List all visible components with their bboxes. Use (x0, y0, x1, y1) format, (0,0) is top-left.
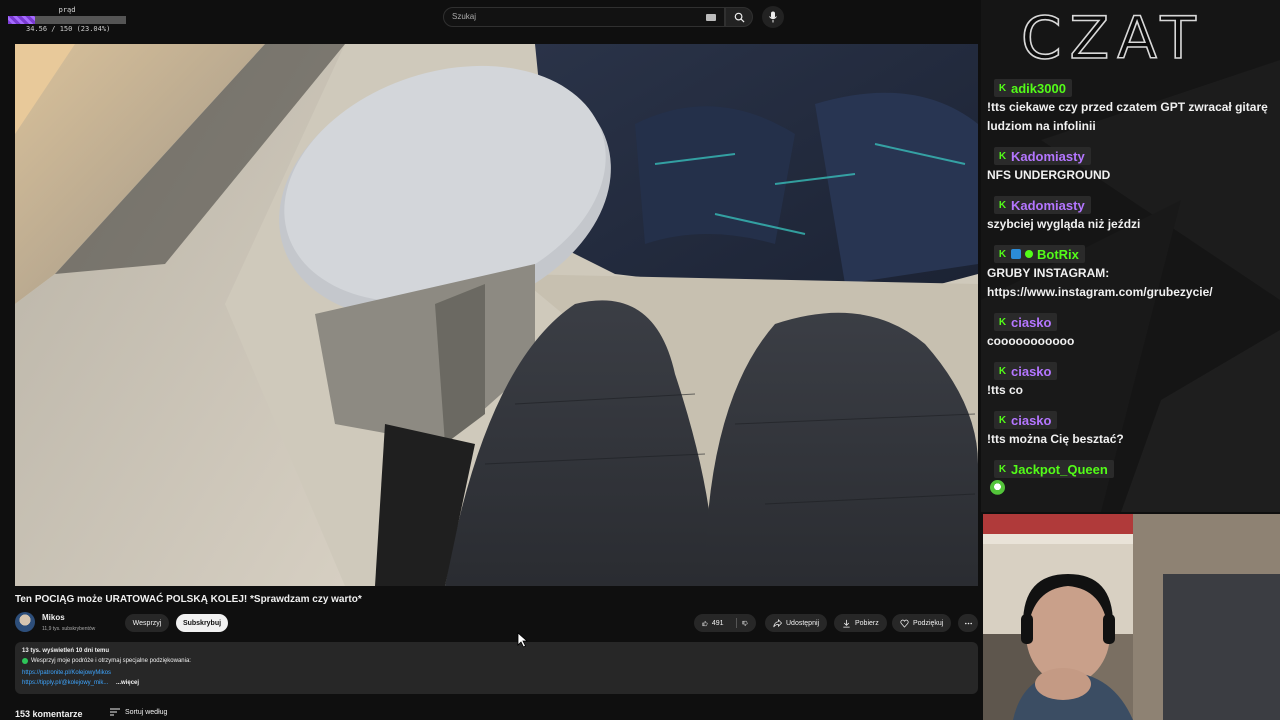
download-label: Pobierz (855, 619, 879, 627)
chat-username-badge[interactable]: K ciasko (994, 313, 1058, 331)
search-input[interactable]: Szukaj (443, 7, 725, 27)
emote-icon (990, 480, 1005, 495)
kick-badge-icon: K (998, 365, 1007, 377)
chat-username-badge[interactable]: K BotRix (994, 245, 1085, 263)
chat-message-text: !tts można Cię besztać? (987, 432, 1124, 446)
power-bar (8, 16, 126, 24)
chat-message-text: !tts ciekawe czy przed czatem GPT zwraca… (987, 100, 1268, 133)
bot-badge-icon (1011, 249, 1021, 259)
chat-username-badge[interactable]: K adik3000 (994, 79, 1072, 97)
share-button[interactable]: Udostępnij (765, 614, 828, 632)
subscribe-button[interactable]: Subskrybuj (176, 614, 228, 632)
video-player[interactable] (15, 44, 978, 586)
chat-username[interactable]: Kadomiasty (1011, 149, 1085, 164)
chat-username[interactable]: adik3000 (1011, 81, 1066, 96)
kick-badge-icon: K (998, 414, 1007, 426)
screen: prąd 34.56 / 150 (23.04%) Szukaj Ten POC… (0, 0, 1280, 720)
chat-message-text: NFS UNDERGROUND (987, 168, 1111, 182)
share-icon (773, 618, 782, 627)
chat-message-text: szybciej wygląda niż jeździ (987, 217, 1141, 231)
comments-count: 153 komentarze (15, 709, 83, 719)
webcam-image (983, 514, 1280, 720)
kick-badge-icon: K (998, 248, 1007, 260)
chat-username-badge[interactable]: K Jackpot_Queen (994, 460, 1114, 478)
description-link-patronite[interactable]: https://patronite.pl/KolejowyMikos (22, 670, 111, 676)
support-button[interactable]: Wesprzyj (125, 614, 169, 632)
youtube-page: prąd 34.56 / 150 (23.04%) Szukaj Ten POC… (0, 0, 981, 720)
sort-icon (110, 708, 120, 716)
description-stats: 13 tys. wyświetleń 10 dni temu (22, 648, 110, 654)
power-bar-fill (8, 16, 36, 24)
download-button[interactable]: Pobierz (834, 614, 887, 632)
more-actions-button[interactable] (958, 614, 978, 632)
kick-badge-icon: K (998, 150, 1007, 162)
mouse-cursor-icon (517, 632, 529, 648)
video-title: Ten POCIĄG może URATOWAĆ POLSKĄ KOLEJ! *… (15, 594, 362, 605)
power-value: 34.56 / 150 (23.04%) (26, 25, 111, 33)
search-button[interactable] (725, 7, 753, 27)
green-circle-icon (22, 658, 28, 664)
chat-heading: CZAT (1020, 3, 1204, 73)
mic-icon (769, 11, 777, 23)
chat-username-badge[interactable]: K ciasko (994, 362, 1058, 380)
search-icon (734, 12, 745, 23)
like-divider (735, 618, 737, 628)
description-more-button[interactable]: ...więcej (116, 680, 139, 686)
channel-avatar[interactable] (15, 612, 35, 632)
chat-message-text: GRUBY INSTAGRAM: https://www.instagram.c… (987, 266, 1213, 299)
chat-username[interactable]: ciasko (1011, 315, 1051, 330)
verified-badge-icon (1025, 250, 1033, 258)
like-button[interactable]: 491 (694, 614, 756, 632)
sort-comments-button[interactable]: Sortuj według (110, 708, 167, 716)
chat-message-text: !tts co (987, 383, 1023, 397)
description-link-row: https://tipply.pl/@kolejowy_mik... ...wi… (22, 680, 139, 686)
power-overlay: prąd 34.56 / 150 (23.04%) (8, 6, 126, 33)
chat-username[interactable]: Kadomiasty (1011, 198, 1085, 213)
kick-badge-icon: K (998, 463, 1007, 475)
channel-subs: 11,9 tys. subskrybentów (42, 626, 96, 632)
mic-button[interactable] (762, 6, 784, 28)
thumbs-up-icon (702, 620, 708, 626)
chat-panel: CZAT K adik3000 !tts ciekawe czy przed c… (981, 0, 1280, 512)
more-icon (964, 622, 972, 624)
share-label: Udostępnij (786, 619, 820, 627)
keyboard-icon[interactable] (706, 14, 716, 21)
chat-username[interactable]: ciasko (1011, 364, 1051, 379)
description-text: Wesprzyj moje podróże i otrzymaj specjal… (31, 658, 191, 664)
search-placeholder: Szukaj (452, 12, 477, 21)
kick-badge-icon: K (998, 199, 1007, 211)
power-label: prąd (58, 6, 76, 14)
download-icon (843, 619, 850, 628)
thanks-label: Podziękuj (913, 619, 944, 627)
chat-message-text: cooooooooooo (987, 334, 1075, 348)
kick-badge-icon: K (998, 82, 1007, 94)
thanks-icon (900, 619, 909, 628)
thanks-button[interactable]: Podziękuj (892, 614, 952, 632)
description-line: Wesprzyj moje podróże i otrzymaj specjal… (22, 658, 191, 664)
channel-name[interactable]: Mikos (42, 613, 65, 622)
chat-username-badge[interactable]: K ciasko (994, 411, 1058, 429)
chat-username[interactable]: ciasko (1011, 413, 1051, 428)
kick-badge-icon: K (998, 316, 1007, 328)
video-frame (15, 44, 978, 586)
description-box[interactable]: 13 tys. wyświetleń 10 dni temu Wesprzyj … (15, 642, 978, 694)
chat-username[interactable]: BotRix (1037, 247, 1079, 262)
chat-username[interactable]: Jackpot_Queen (1011, 462, 1108, 477)
webcam-feed (983, 514, 1280, 720)
like-count: 491 (711, 619, 724, 627)
description-link-tipply[interactable]: https://tipply.pl/@kolejowy_mik... (22, 680, 108, 686)
chat-username-badge[interactable]: K Kadomiasty (994, 147, 1091, 165)
chat-username-badge[interactable]: K Kadomiasty (994, 196, 1091, 214)
thumbs-down-icon[interactable] (742, 619, 748, 628)
sort-label: Sortuj według (125, 708, 168, 716)
